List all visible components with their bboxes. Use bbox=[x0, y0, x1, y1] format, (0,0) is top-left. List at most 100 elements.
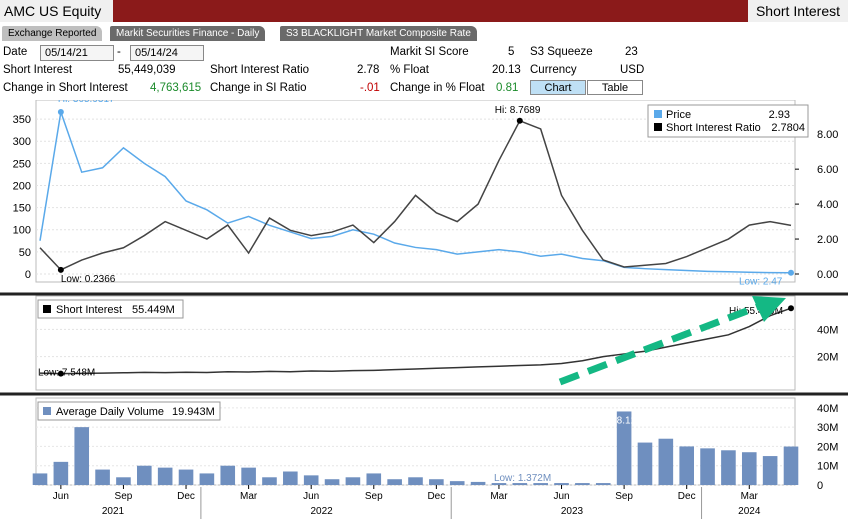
start-date-value: 05/14/21 bbox=[45, 47, 88, 59]
si-ratio-label: Short Interest Ratio bbox=[210, 64, 310, 76]
volume-bar bbox=[53, 461, 69, 485]
volume-bar bbox=[429, 479, 444, 485]
volume-bar bbox=[137, 465, 152, 485]
legend-swatch-si bbox=[43, 305, 51, 313]
left-tick-label: 100 bbox=[13, 225, 31, 237]
tab-s3-blacklight[interactable]: S3 BLACKLIGHT Market Composite Rate bbox=[280, 26, 477, 41]
volume-bar bbox=[721, 450, 736, 485]
legend-value-si: 55.449M bbox=[132, 304, 175, 316]
price-ratio-panel: 350 300 250 200 150 100 50 0 8.00 6.00 4.00 2.00 0.0… bbox=[0, 100, 848, 296]
function-title: Short Interest bbox=[748, 0, 848, 22]
date-dash: - bbox=[117, 46, 121, 58]
start-date-input[interactable]: 05/14/21 bbox=[40, 45, 114, 61]
month-label: Mar bbox=[240, 491, 258, 502]
end-date-value: 05/14/24 bbox=[135, 47, 178, 59]
right-tick-label: 2.00 bbox=[817, 234, 838, 246]
volume-bar bbox=[283, 471, 298, 485]
volume-bar bbox=[783, 446, 799, 485]
month-label: Jun bbox=[53, 491, 69, 502]
security-ticker[interactable]: AMC US Equity bbox=[0, 0, 113, 22]
volume-bar bbox=[575, 483, 590, 485]
tab-exchange-reported[interactable]: Exchange Reported bbox=[2, 26, 103, 41]
volume-bar bbox=[262, 477, 277, 485]
legend-value-price: 2.93 bbox=[769, 109, 790, 121]
year-label: 2022 bbox=[311, 506, 334, 517]
left-tick-label: 250 bbox=[13, 158, 31, 170]
volume-bar bbox=[470, 481, 486, 485]
volume-bar bbox=[116, 477, 131, 485]
volume-bar bbox=[387, 479, 402, 485]
chart-button[interactable]: Chart bbox=[530, 80, 586, 95]
currency-label: Currency bbox=[530, 64, 577, 76]
volume-bar bbox=[554, 483, 569, 485]
year-label: 2023 bbox=[561, 506, 584, 517]
month-label: Dec bbox=[678, 491, 696, 502]
volume-bar bbox=[762, 456, 778, 485]
legend-swatch-ratio bbox=[654, 123, 662, 131]
change-si-ratio-label: Change in SI Ratio bbox=[210, 82, 307, 94]
year-label: 2024 bbox=[738, 506, 761, 517]
legend-value-volume: 19.943M bbox=[172, 406, 215, 418]
volume-panel: 40M 30M 20M 10M 0 Hi: 38.129M Low: 1.372M Avera… bbox=[32, 397, 838, 492]
legend-label-ratio: Short Interest Ratio bbox=[666, 122, 761, 134]
volume-bar bbox=[241, 467, 256, 485]
right-tick-label: 0.00 bbox=[817, 269, 838, 281]
right-tick-label: 6.00 bbox=[817, 164, 838, 176]
month-label: Jun bbox=[303, 491, 319, 502]
volume-bar bbox=[595, 483, 611, 485]
currency-value: USD bbox=[620, 64, 645, 76]
volume-bar bbox=[408, 477, 423, 485]
mid-tick-label: 20M bbox=[817, 352, 838, 364]
volume-low-label: Low: 1.372M bbox=[494, 473, 551, 484]
si-high-marker bbox=[788, 305, 794, 312]
volume-bar bbox=[366, 473, 382, 485]
legend-label-volume: Average Daily Volume bbox=[56, 406, 164, 418]
left-tick-label: 200 bbox=[13, 180, 31, 192]
volume-bar bbox=[157, 467, 173, 485]
volume-bar bbox=[199, 473, 215, 485]
bot-tick-label: 20M bbox=[817, 441, 838, 453]
legend-swatch-volume bbox=[43, 407, 51, 415]
month-label: Dec bbox=[177, 491, 195, 502]
change-float-value: 0.81 bbox=[496, 82, 519, 94]
mid-tick-label: 40M bbox=[817, 324, 838, 336]
legend-label-price: Price bbox=[666, 109, 691, 121]
float-value: 20.13 bbox=[492, 64, 521, 76]
table-button[interactable]: Table bbox=[587, 80, 643, 95]
volume-bar bbox=[324, 479, 340, 485]
month-label: Dec bbox=[427, 491, 445, 502]
volume-bar bbox=[658, 438, 674, 485]
volume-bar bbox=[700, 448, 715, 485]
volume-bar bbox=[220, 465, 236, 485]
volume-bar bbox=[637, 442, 653, 485]
month-label: Sep bbox=[115, 491, 133, 502]
end-date-input[interactable]: 05/14/24 bbox=[130, 45, 204, 61]
bot-tick-label: 10M bbox=[817, 461, 838, 473]
short-interest-panel: 40M20MLow: 7.548MHi: 55.449MShort Intere… bbox=[0, 295, 848, 396]
left-tick-label: 50 bbox=[19, 247, 31, 259]
legend-swatch-price bbox=[654, 110, 662, 118]
volume-bar bbox=[32, 473, 48, 485]
month-label: Jun bbox=[553, 491, 569, 502]
volume-bar bbox=[74, 427, 90, 485]
bot-tick-label: 0 bbox=[817, 480, 823, 492]
right-tick-label: 4.00 bbox=[817, 199, 838, 211]
s3-squeeze-value: 23 bbox=[625, 46, 638, 58]
short-interest-chart: 350 300 250 200 150 100 50 0 8.00 6.00 4.00 2.00 0.0… bbox=[0, 100, 848, 519]
markit-si-score-value: 5 bbox=[508, 46, 515, 58]
bot-tick-label: 40M bbox=[817, 403, 838, 415]
tab-markit[interactable]: Markit Securities Finance - Daily bbox=[110, 26, 266, 41]
change-float-label: Change in % Float bbox=[390, 82, 485, 94]
month-label: Sep bbox=[615, 491, 633, 502]
volume-bar bbox=[741, 452, 757, 485]
left-tick-label: 350 bbox=[13, 114, 31, 126]
legend-value-ratio: 2.7804 bbox=[771, 122, 805, 134]
change-short-interest-value: 4,763,615 bbox=[150, 82, 202, 94]
volume-bar bbox=[95, 469, 110, 485]
left-tick-label: 300 bbox=[13, 136, 31, 148]
volume-bar bbox=[679, 446, 694, 485]
short-interest-label: Short Interest bbox=[3, 64, 73, 76]
ratio-high-marker bbox=[516, 117, 523, 124]
volume-bar bbox=[303, 475, 319, 485]
title-bar: AMC US Equity Short Interest bbox=[0, 0, 848, 22]
